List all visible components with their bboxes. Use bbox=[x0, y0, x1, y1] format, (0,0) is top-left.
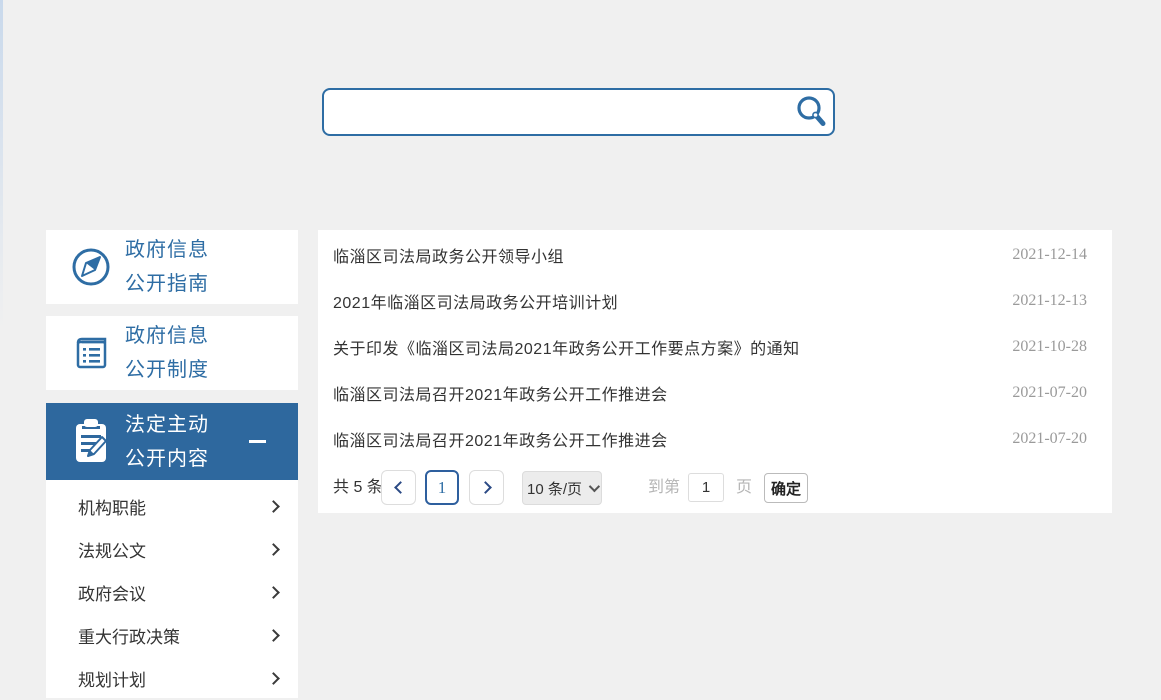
pagination-bar: 共 5 条 1 10 条/页 到第 页 确定 bbox=[318, 470, 1112, 506]
list-item[interactable]: 2021年临淄区司法局政务公开培训计划 2021-12-13 bbox=[318, 278, 1112, 324]
next-page-button[interactable] bbox=[469, 470, 504, 505]
chevron-right-icon bbox=[267, 672, 280, 685]
article-list-panel: 临淄区司法局政务公开领导小组 2021-12-14 2021年临淄区司法局政务公… bbox=[318, 230, 1112, 513]
confirm-button[interactable]: 确定 bbox=[764, 473, 808, 503]
chevron-right-icon bbox=[267, 500, 280, 513]
article-title[interactable]: 2021年临淄区司法局政务公开培训计划 bbox=[333, 289, 618, 313]
collapse-minus-icon[interactable] bbox=[249, 440, 266, 443]
sidebar-item-label: 政府信息 公开制度 bbox=[125, 319, 209, 387]
total-count-label: 共 5 条 bbox=[333, 470, 383, 506]
sidebar-submenu: 机构职能 法规公文 政府会议 重大行政决策 规划计划 bbox=[46, 480, 298, 698]
list-item[interactable]: 临淄区司法局政务公开领导小组 2021-12-14 bbox=[318, 232, 1112, 278]
chevron-right-icon bbox=[479, 481, 492, 494]
article-title[interactable]: 临淄区司法局政务公开领导小组 bbox=[333, 243, 564, 267]
search-input[interactable] bbox=[324, 90, 789, 134]
sidebar-item-legal-disclosure-active[interactable]: 法定主动 公开内容 bbox=[46, 403, 298, 480]
goto-page-input[interactable] bbox=[688, 473, 724, 502]
left-edge-decoration bbox=[0, 0, 3, 330]
subitem-label: 法规公文 bbox=[78, 537, 146, 562]
list-item[interactable]: 临淄区司法局召开2021年政务公开工作推进会 2021-07-20 bbox=[318, 370, 1112, 416]
sidebar-subitem-major-decisions[interactable]: 重大行政决策 bbox=[46, 614, 298, 657]
prev-page-button[interactable] bbox=[381, 470, 416, 505]
sidebar-item-guide[interactable]: 政府信息 公开指南 bbox=[46, 230, 298, 304]
chevron-right-icon bbox=[267, 586, 280, 599]
article-date: 2021-12-14 bbox=[1012, 246, 1087, 264]
sidebar-subitem-planning[interactable]: 规划计划 bbox=[46, 657, 298, 700]
subitem-label: 政府会议 bbox=[78, 580, 146, 605]
ledger-document-icon bbox=[68, 327, 114, 379]
chevron-down-icon bbox=[589, 481, 600, 492]
article-date: 2021-12-13 bbox=[1012, 292, 1087, 310]
article-title[interactable]: 关于印发《临淄区司法局2021年政务公开工作要点方案》的通知 bbox=[333, 335, 800, 359]
sidebar-item-system[interactable]: 政府信息 公开制度 bbox=[46, 316, 298, 390]
article-date: 2021-07-20 bbox=[1012, 384, 1087, 402]
chevron-left-icon bbox=[394, 481, 407, 494]
compass-icon bbox=[68, 241, 114, 293]
article-date: 2021-10-28 bbox=[1012, 338, 1087, 356]
list-item[interactable]: 关于印发《临淄区司法局2021年政务公开工作要点方案》的通知 2021-10-2… bbox=[318, 324, 1112, 370]
sidebar-item-label: 法定主动 公开内容 bbox=[125, 408, 209, 476]
goto-page-suffix-label: 页 bbox=[736, 470, 752, 506]
article-title[interactable]: 临淄区司法局召开2021年政务公开工作推进会 bbox=[333, 427, 668, 451]
page-size-select[interactable]: 10 条/页 bbox=[522, 471, 602, 505]
sidebar-item-label: 政府信息 公开指南 bbox=[125, 233, 209, 301]
goto-page-prefix-label: 到第 bbox=[648, 470, 680, 506]
sidebar-subitem-regulations[interactable]: 法规公文 bbox=[46, 528, 298, 571]
article-rows: 临淄区司法局政务公开领导小组 2021-12-14 2021年临淄区司法局政务公… bbox=[318, 232, 1112, 462]
subitem-label: 规划计划 bbox=[78, 666, 146, 691]
article-date: 2021-07-20 bbox=[1012, 430, 1087, 448]
page-number-button[interactable]: 1 bbox=[425, 470, 459, 505]
sidebar-subitem-org-functions[interactable]: 机构职能 bbox=[46, 485, 298, 528]
chevron-right-icon bbox=[267, 543, 280, 556]
page-size-value: 10 条/页 bbox=[527, 478, 582, 499]
subitem-label: 重大行政决策 bbox=[78, 623, 180, 648]
article-title[interactable]: 临淄区司法局召开2021年政务公开工作推进会 bbox=[333, 381, 668, 405]
search-button[interactable] bbox=[789, 90, 833, 134]
list-item[interactable]: 临淄区司法局召开2021年政务公开工作推进会 2021-07-20 bbox=[318, 416, 1112, 462]
clipboard-pencil-icon bbox=[68, 416, 114, 468]
search-icon bbox=[793, 94, 829, 130]
subitem-label: 机构职能 bbox=[78, 494, 146, 519]
sidebar-subitem-gov-meetings[interactable]: 政府会议 bbox=[46, 571, 298, 614]
search-bar bbox=[322, 88, 835, 136]
chevron-right-icon bbox=[267, 629, 280, 642]
